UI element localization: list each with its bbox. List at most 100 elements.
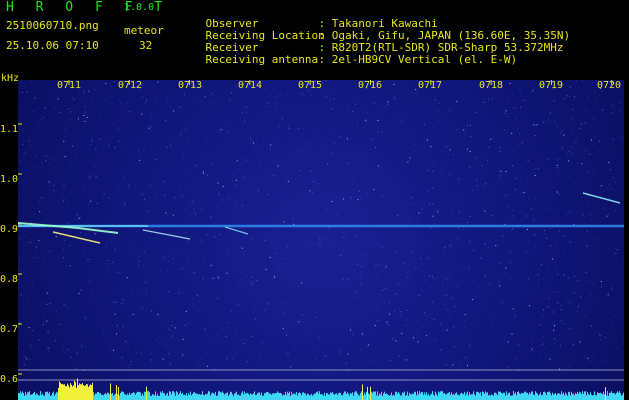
band-bar (461, 392, 462, 400)
noise-speckle (277, 135, 278, 137)
band-bar (37, 394, 38, 400)
band-bar (402, 392, 403, 400)
noise-speckle (536, 124, 538, 126)
noise-speckle (317, 244, 319, 246)
noise-speckle (143, 149, 145, 151)
band-bar (298, 393, 299, 400)
noise-speckle (204, 205, 206, 207)
noise-speckle (350, 199, 352, 201)
noise-speckle (327, 164, 328, 165)
band-bar (286, 394, 287, 400)
band-bar (567, 395, 568, 400)
noise-speckle (205, 193, 206, 195)
noise-speckle (561, 130, 563, 132)
noise-speckle (206, 353, 208, 354)
band-bar (467, 391, 468, 400)
band-bar (61, 384, 62, 400)
noise-speckle (242, 213, 244, 215)
band-bar (337, 394, 338, 400)
noise-speckle (288, 238, 290, 240)
noise-speckle (304, 268, 306, 269)
band-bar (146, 386, 147, 400)
band-bar (233, 395, 234, 400)
noise-speckle (276, 252, 278, 254)
noise-speckle (499, 150, 501, 152)
noise-speckle (396, 214, 398, 216)
noise-speckle (256, 280, 258, 282)
noise-speckle (434, 339, 436, 340)
noise-speckle (511, 165, 513, 166)
y-axis-unit: kHz (1, 73, 20, 84)
noise-speckle (511, 94, 513, 96)
noise-speckle (592, 283, 594, 284)
noise-speckle (84, 137, 86, 139)
band-bar (35, 394, 36, 400)
noise-speckle (568, 95, 570, 97)
noise-speckle (515, 324, 517, 326)
band-bar (57, 392, 58, 400)
noise-speckle (396, 256, 398, 258)
noise-speckle (94, 233, 96, 235)
noise-speckle (19, 322, 20, 324)
noise-speckle (504, 217, 506, 219)
noise-speckle (568, 160, 570, 162)
noise-speckle (401, 119, 403, 121)
noise-speckle (392, 232, 394, 234)
noise-speckle (586, 245, 588, 247)
noise-speckle (93, 196, 95, 198)
noise-speckle (42, 117, 44, 119)
noise-speckle (69, 108, 71, 109)
band-bar (59, 381, 60, 400)
noise-speckle (65, 198, 67, 199)
noise-speckle (309, 330, 311, 332)
band-bar (336, 393, 337, 400)
date-time: 25.10.06 07:10 (6, 39, 99, 52)
band-bar (42, 393, 43, 400)
noise-speckle (590, 325, 592, 327)
noise-speckle (340, 255, 342, 256)
noise-speckle (247, 344, 249, 346)
band-bar (183, 395, 184, 400)
band-bar (25, 391, 26, 400)
noise-speckle (357, 121, 358, 123)
noise-speckle (607, 214, 609, 216)
noise-speckle (84, 106, 86, 108)
band-bar (150, 395, 151, 400)
noise-speckle (568, 150, 570, 152)
band-bar (208, 391, 209, 400)
noise-speckle (349, 329, 351, 331)
noise-speckle (495, 245, 497, 247)
band-bar (90, 384, 91, 400)
band-bar (373, 391, 374, 400)
noise-speckle (22, 143, 24, 145)
noise-speckle (429, 204, 430, 205)
noise-speckle (140, 330, 142, 332)
noise-speckle (184, 208, 186, 210)
noise-speckle (418, 109, 420, 111)
noise-speckle (269, 330, 271, 332)
noise-speckle (202, 277, 204, 279)
band-bar (607, 391, 608, 400)
noise-speckle (548, 306, 550, 308)
noise-speckle (139, 256, 140, 258)
band-bar (95, 393, 96, 400)
band-bar (333, 393, 334, 400)
band-bar (403, 392, 404, 400)
noise-speckle (344, 87, 346, 89)
noise-speckle (327, 210, 329, 212)
noise-speckle (69, 118, 71, 120)
band-bar (405, 395, 406, 400)
y-tick-label: 0.9 (0, 224, 19, 235)
noise-speckle (114, 147, 116, 148)
noise-speckle (142, 96, 144, 98)
noise-speckle (181, 268, 183, 270)
noise-speckle (41, 197, 43, 199)
noise-speckle (537, 98, 538, 100)
band-bar (579, 391, 580, 400)
noise-speckle (554, 325, 555, 327)
noise-speckle (114, 313, 116, 315)
band-bar (145, 391, 146, 400)
band-bar (400, 395, 401, 400)
band-bar (56, 391, 57, 400)
noise-speckle (612, 138, 614, 140)
